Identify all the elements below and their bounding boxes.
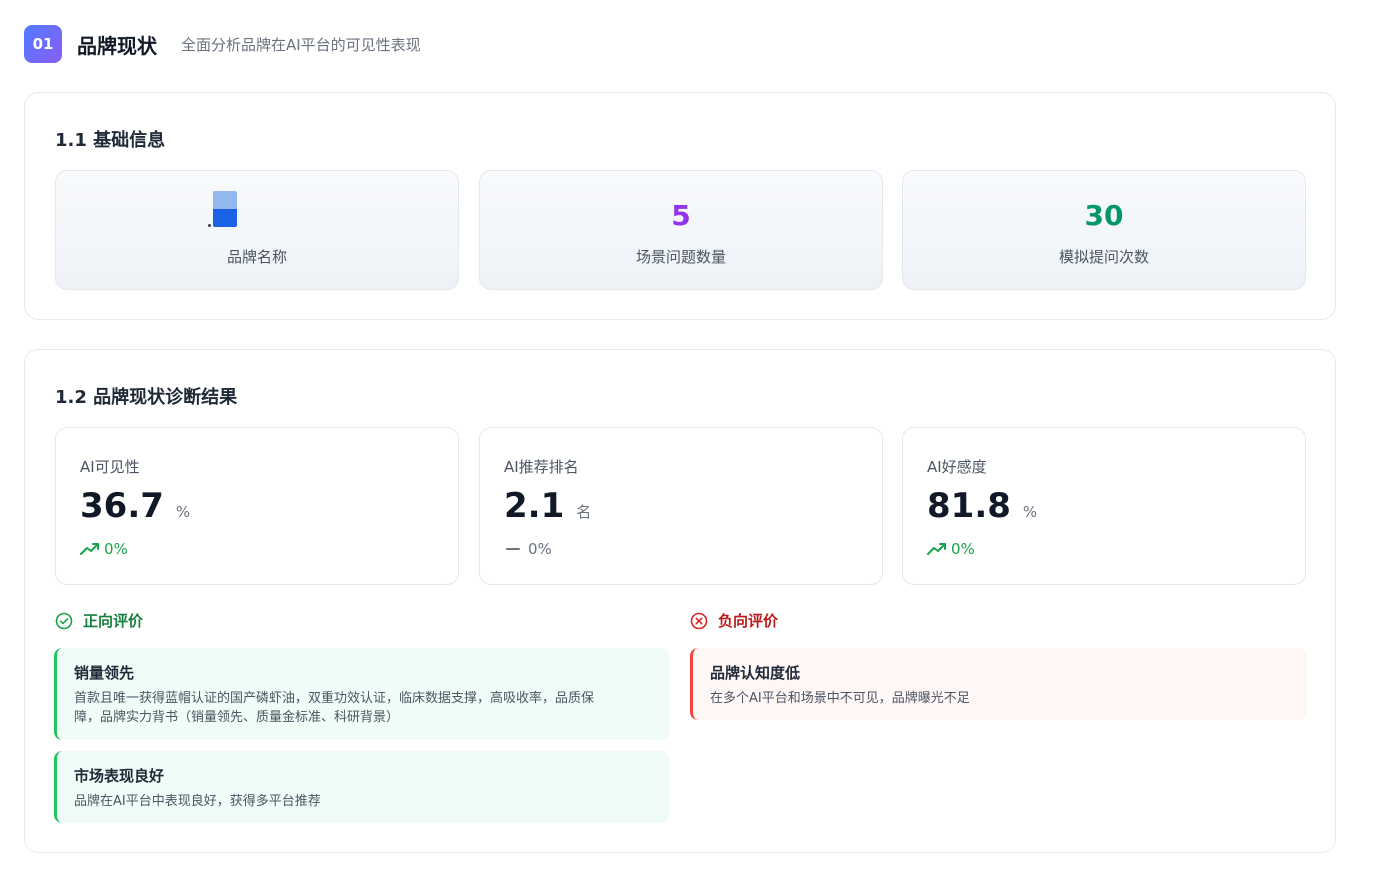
trend-up-icon xyxy=(927,543,946,555)
ai-favorability-unit: % xyxy=(1022,503,1038,521)
page-title: 品牌现状 xyxy=(77,33,157,58)
ai-ranking-card: AI推荐排名 2.1 名 0% xyxy=(479,427,883,585)
brand-name-card: 品牌名称 xyxy=(55,170,459,290)
ai-favorability-value: 81.8 xyxy=(927,486,1011,526)
positive-eval-item-desc: 品牌在AI平台中表现良好，获得多平台推荐 xyxy=(74,794,321,809)
trend-flat-icon xyxy=(506,548,520,550)
positive-eval-item-title: 销量领先 xyxy=(74,664,135,682)
ai-favorability-label: AI好感度 xyxy=(927,458,987,476)
ai-visibility-card: AI可见性 36.7 % 0% xyxy=(55,427,459,585)
diagnosis-title: 1.2 品牌现状诊断结果 xyxy=(55,387,238,408)
ai-ranking-label: AI推荐排名 xyxy=(504,458,579,476)
page-subtitle: 全面分析品牌在AI平台的可见性表现 xyxy=(181,35,421,54)
negative-eval-item-title: 品牌认知度低 xyxy=(710,664,801,682)
section-number-badge: 01 xyxy=(24,25,62,63)
positive-eval-title: 正向评价 xyxy=(83,612,144,630)
trend-up-icon xyxy=(80,543,99,555)
ai-favorability-card: AI好感度 81.8 % 0% xyxy=(902,427,1306,585)
positive-eval-item: 销量领先 首款且唯一获得蓝帽认证的国产磷虾油，双重功效认证，临床数据支撑，高吸收… xyxy=(54,648,669,740)
ai-ranking-change-text: 0% xyxy=(528,540,552,558)
positive-eval-heading: 正向评价 xyxy=(55,610,143,631)
check-circle-icon xyxy=(55,612,73,629)
positive-eval-item: 市场表现良好 品牌在AI平台中表现良好，获得多平台推荐 xyxy=(54,751,669,823)
basic-info-section: 1.1 基础信息 品牌名称 5 场景问题数量 30 模拟提问次数 xyxy=(24,92,1336,320)
ai-favorability-change: 0% xyxy=(927,540,975,558)
ai-visibility-change: 0% xyxy=(80,540,128,558)
brand-name-label: 品牌名称 xyxy=(226,248,287,266)
page-header: 01 品牌现状 全面分析品牌在AI平台的可见性表现 xyxy=(24,25,421,63)
brand-logo-icon xyxy=(208,191,238,229)
scenario-count-card: 5 场景问题数量 xyxy=(479,170,883,290)
ai-visibility-label: AI可见性 xyxy=(80,458,140,476)
scenario-count-value: 5 xyxy=(671,199,691,232)
positive-eval-item-desc: 首款且唯一获得蓝帽认证的国产磷虾油，双重功效认证，临床数据支撑，高吸收率，品质保… xyxy=(74,691,595,725)
ai-visibility-change-text: 0% xyxy=(104,540,128,558)
scenario-count-label: 场景问题数量 xyxy=(635,248,726,266)
basic-info-title: 1.1 基础信息 xyxy=(55,130,166,151)
query-count-value: 30 xyxy=(1084,199,1124,232)
negative-eval-item: 品牌认知度低 在多个AI平台和场景中不可见，品牌曝光不足 xyxy=(690,648,1307,720)
ai-favorability-change-text: 0% xyxy=(951,540,975,558)
ai-visibility-value: 36.7 xyxy=(80,486,164,526)
query-count-card: 30 模拟提问次数 xyxy=(902,170,1306,290)
positive-eval-item-title: 市场表现良好 xyxy=(74,767,165,785)
x-circle-icon xyxy=(690,612,708,629)
negative-eval-title: 负向评价 xyxy=(718,612,779,630)
ai-ranking-value: 2.1 xyxy=(504,486,565,526)
ai-ranking-change: 0% xyxy=(504,540,552,558)
negative-eval-heading: 负向评价 xyxy=(690,610,778,631)
page: 01 品牌现状 全面分析品牌在AI平台的可见性表现 1.1 基础信息 品牌名称 … xyxy=(0,0,1373,896)
query-count-label: 模拟提问次数 xyxy=(1058,248,1149,266)
negative-eval-item-desc: 在多个AI平台和场景中不可见，品牌曝光不足 xyxy=(710,691,970,706)
ai-visibility-unit: % xyxy=(175,503,191,521)
ai-ranking-unit: 名 xyxy=(576,503,592,521)
diagnosis-section: 1.2 品牌现状诊断结果 AI可见性 36.7 % 0% AI推荐排名 2.1 … xyxy=(24,349,1336,853)
